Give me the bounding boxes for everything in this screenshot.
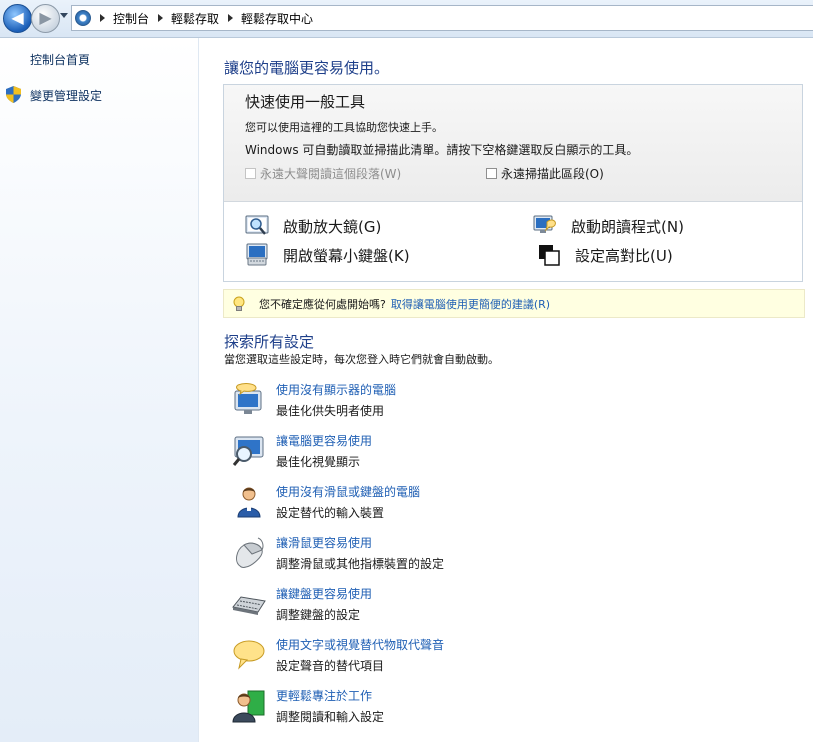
page-title: 讓您的電腦更容易使用。 [224,59,390,77]
settings-item-focus-tasks[interactable]: 更輕鬆專注於工作 調整閱讀和輸入設定 [232,687,792,733]
breadcrumb-arrow-icon[interactable] [158,14,164,22]
settings-item-title[interactable]: 使用沒有滑鼠或鍵盤的電腦 [276,483,420,500]
explore-settings-title: 探索所有設定 [224,333,315,351]
forward-button[interactable]: ▶ [31,4,60,33]
settings-item-title[interactable]: 讓鍵盤更容易使用 [276,585,372,602]
read-aloud-checkbox: 永遠大聲閱讀這個段落(W) [245,165,401,182]
breadcrumb-item[interactable]: 輕鬆存取 [171,10,219,27]
left-nav-pane: 控制台首頁 變更管理設定 [0,38,199,742]
start-narrator-button[interactable]: 啟動朗讀程式(N) [533,214,684,238]
get-recommendations-link[interactable]: 取得讓電腦使用更簡便的建議(R) [391,296,550,312]
breadcrumb-arrow-icon[interactable] [228,14,234,22]
monitor-magnify-icon [232,436,264,466]
always-scan-label[interactable]: 永遠掃描此區段(O) [501,165,604,182]
quick-access-panel: 快速使用一般工具 您可以使用這裡的工具協助您快速上手。 Windows 可自動讀… [223,84,803,282]
set-high-contrast-label[interactable]: 設定高對比(U) [575,245,673,266]
settings-item-title[interactable]: 讓滑鼠更容易使用 [276,534,372,551]
breadcrumb[interactable]: 控制台 輕鬆存取 輕鬆存取中心 [71,5,813,31]
main-content: 讓您的電腦更容易使用。 快速使用一般工具 您可以使用這裡的工具協助您快速上手。 … [200,38,813,742]
recent-pages-dropdown-icon[interactable] [60,13,68,18]
control-panel-icon [75,10,91,26]
breadcrumb-arrow-icon[interactable] [100,14,105,22]
back-arrow-icon: ◀ [11,8,24,27]
set-high-contrast-button[interactable]: 設定高對比(U) [537,243,673,267]
explore-settings-subtitle: 當您選取這些設定時，每次您登入時它們就會自動啟動。 [224,353,499,366]
monitor-speech-icon [234,383,262,414]
settings-item-desc: 設定聲音的替代項目 [276,659,385,673]
start-onscreen-keyboard-button[interactable]: 開啟螢幕小鍵盤(K) [245,243,410,267]
settings-item-title[interactable]: 更輕鬆專注於工作 [276,687,372,704]
settings-item-desc: 設定替代的輸入裝置 [276,506,385,520]
quick-access-title: 快速使用一般工具 [245,93,366,111]
breadcrumb-item[interactable]: 控制台 [113,10,149,27]
quick-access-header: 快速使用一般工具 您可以使用這裡的工具協助您快速上手。 Windows 可自動讀… [224,85,802,202]
settings-item-desc: 最佳化視覺顯示 [276,455,361,469]
settings-item-desc: 調整滑鼠或其他指標裝置的設定 [276,557,445,571]
person-focus-icon [232,690,265,723]
speech-bubble-icon [233,640,265,670]
settings-item-no-mouse-keyboard[interactable]: 使用沒有滑鼠或鍵盤的電腦 設定替代的輸入裝置 [232,483,792,529]
address-bar: ◀ ▶ 控制台 輕鬆存取 輕鬆存取中心 [0,0,813,38]
settings-item-title[interactable]: 使用文字或視覺替代物取代聲音 [276,636,444,653]
mouse-icon [236,537,264,568]
keyboard-icon [232,596,266,615]
quick-access-description: 您可以使用這裡的工具協助您快速上手。 [245,121,443,134]
narrator-icon [533,215,556,233]
lightbulb-icon [233,296,245,311]
settings-item-title[interactable]: 使用沒有顯示器的電腦 [276,381,396,398]
start-narrator-label[interactable]: 啟動朗讀程式(N) [571,216,684,237]
start-onscreen-keyboard-label[interactable]: 開啟螢幕小鍵盤(K) [283,245,410,266]
start-magnifier-button[interactable]: 啟動放大鏡(G) [245,214,381,238]
forward-arrow-icon: ▶ [39,8,52,27]
start-magnifier-label[interactable]: 啟動放大鏡(G) [283,216,381,237]
always-scan-checkbox[interactable]: 永遠掃描此區段(O) [486,165,604,182]
tip-question: 您不確定應從何處開始嗎? [259,297,386,311]
settings-item-desc: 調整鍵盤的設定 [276,608,361,622]
magnifier-icon [245,215,269,235]
high-contrast-icon [539,245,560,266]
checkbox-box[interactable] [486,168,497,179]
person-icon [237,487,261,518]
settings-item-sound-alternatives[interactable]: 使用文字或視覺替代物取代聲音 設定聲音的替代項目 [232,636,792,682]
settings-item-easier-to-see[interactable]: 讓電腦更容易使用 最佳化視覺顯示 [232,432,792,478]
tip-bar: 您不確定應從何處開始嗎? 取得讓電腦使用更簡便的建議(R) [223,289,805,318]
quick-access-scan-note: Windows 可自動讀取並掃描此清單。請按下空格鍵選取反白顯示的工具。 [245,143,639,157]
settings-item-no-display[interactable]: 使用沒有顯示器的電腦 最佳化供失明者使用 [232,381,792,427]
settings-item-mouse[interactable]: 讓滑鼠更容易使用 調整滑鼠或其他指標裝置的設定 [232,534,792,580]
checkbox-box [245,168,256,179]
control-panel-home-link[interactable]: 控制台首頁 [30,51,90,68]
change-admin-settings-link[interactable]: 變更管理設定 [30,87,102,104]
onscreen-keyboard-icon [246,243,268,266]
read-aloud-label: 永遠大聲閱讀這個段落(W) [260,167,402,181]
settings-item-keyboard[interactable]: 讓鍵盤更容易使用 調整鍵盤的設定 [232,585,792,631]
settings-item-desc: 最佳化供失明者使用 [276,404,385,418]
breadcrumb-item[interactable]: 輕鬆存取中心 [241,10,313,27]
uac-shield-icon [6,86,21,103]
settings-item-desc: 調整閱讀和輸入設定 [276,710,385,724]
settings-item-title[interactable]: 讓電腦更容易使用 [276,432,372,449]
back-button[interactable]: ◀ [3,4,32,33]
